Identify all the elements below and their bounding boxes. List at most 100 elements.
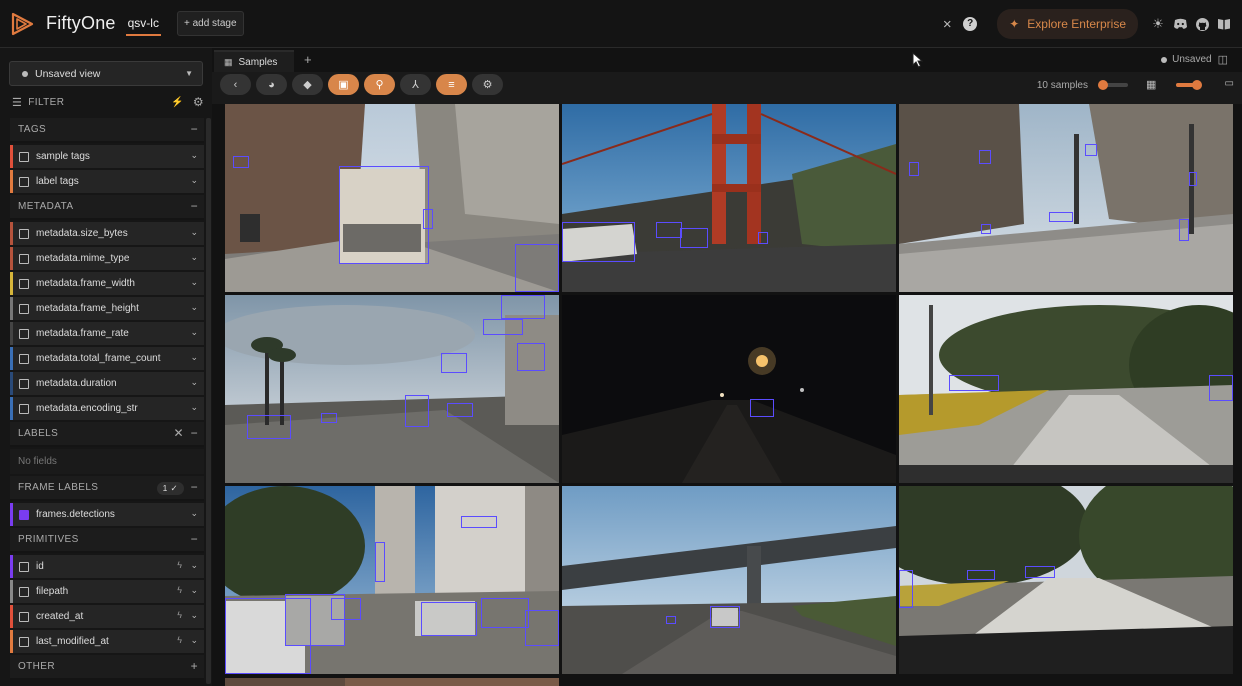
field-filepath[interactable]: filepath ϟ ⌄: [10, 580, 204, 603]
checkbox[interactable]: [19, 253, 29, 264]
field-created-at[interactable]: created_at ϟ ⌄: [10, 605, 204, 628]
tag-button[interactable]: ◆: [292, 74, 323, 95]
add-stage-button[interactable]: + add stage: [176, 11, 244, 36]
section-frame-labels[interactable]: FRAME LABELS 1 ✓ −: [10, 476, 204, 501]
sample-tile[interactable]: [225, 104, 559, 292]
checkbox[interactable]: [19, 561, 29, 572]
field-metadata-frame-rate[interactable]: metadata.frame_rate ⌄: [10, 322, 204, 345]
field-sample-tags[interactable]: sample tags ⌄: [10, 145, 204, 168]
checkbox[interactable]: [19, 403, 29, 414]
patches-button[interactable]: ▣: [328, 74, 359, 95]
field-id[interactable]: id ϟ ⌄: [10, 555, 204, 578]
book-icon[interactable]: [1216, 16, 1232, 32]
field-metadata-total-frame-count[interactable]: metadata.total_frame_count ⌄: [10, 347, 204, 370]
collapse-icon[interactable]: −: [191, 528, 198, 551]
field-frames-detections[interactable]: frames.detections ⌄: [10, 503, 204, 526]
field-metadata-mime-type[interactable]: metadata.mime_type ⌄: [10, 247, 204, 270]
chevron-down-icon[interactable]: ⌄: [190, 402, 198, 413]
field-label-tags[interactable]: label tags ⌄: [10, 170, 204, 193]
sample-tile[interactable]: [562, 486, 896, 674]
sample-tile[interactable]: [562, 104, 896, 292]
add-panel-button[interactable]: +: [304, 52, 312, 67]
github-icon[interactable]: [1194, 16, 1210, 32]
chevron-down-icon[interactable]: ⌄: [190, 560, 198, 571]
checkbox[interactable]: [19, 303, 29, 314]
field-metadata-frame-height[interactable]: metadata.frame_height ⌄: [10, 297, 204, 320]
close-icon[interactable]: ✕: [174, 422, 184, 445]
checkbox[interactable]: [19, 278, 29, 289]
tab-samples[interactable]: ▦ Samples: [214, 50, 294, 72]
lightning-icon[interactable]: ⚡: [171, 97, 184, 108]
chevron-down-icon[interactable]: ⌄: [190, 635, 198, 646]
sample-tile[interactable]: [562, 295, 896, 483]
checkbox[interactable]: [19, 151, 29, 162]
checkbox[interactable]: [19, 586, 29, 597]
field-metadata-frame-width[interactable]: metadata.frame_width ⌄: [10, 272, 204, 295]
sun-icon[interactable]: ☀: [1150, 16, 1166, 32]
checkbox[interactable]: [19, 636, 29, 647]
grid-size-slider[interactable]: [1176, 80, 1202, 90]
chevron-down-icon[interactable]: ⌄: [190, 377, 198, 388]
slider-knob[interactable]: [1098, 80, 1108, 90]
checkbox[interactable]: [19, 228, 29, 239]
similarity-search-button[interactable]: ⚲: [364, 74, 395, 95]
field-last-modified-at[interactable]: last_modified_at ϟ ⌄: [10, 630, 204, 653]
merge-button[interactable]: ⅄: [400, 74, 431, 95]
sample-tile[interactable]: [899, 486, 1233, 674]
chevron-down-icon[interactable]: ⌄: [190, 508, 198, 519]
sample-tile[interactable]: [225, 677, 559, 686]
help-icon[interactable]: ?: [963, 17, 978, 31]
settings-button[interactable]: ⚙: [472, 74, 503, 95]
back-button[interactable]: ‹: [220, 74, 251, 95]
collapse-icon[interactable]: −: [191, 476, 198, 499]
logo[interactable]: FiftyOne: [10, 11, 116, 37]
checkbox[interactable]: [19, 611, 29, 622]
zoom-slider[interactable]: [1098, 80, 1128, 90]
checkbox[interactable]: [19, 353, 29, 364]
gear-icon[interactable]: ⚙: [193, 95, 204, 109]
section-tags[interactable]: TAGS −: [10, 118, 204, 143]
clear-view-icon[interactable]: ×: [937, 16, 957, 33]
field-metadata-duration[interactable]: metadata.duration ⌄: [10, 372, 204, 395]
chevron-down-icon[interactable]: ⌄: [190, 150, 198, 161]
section-primitives[interactable]: PRIMITIVES −: [10, 528, 204, 553]
frame-labels-count-badge[interactable]: 1 ✓: [156, 482, 184, 495]
section-other[interactable]: OTHER +: [10, 655, 204, 680]
collapse-icon[interactable]: −: [191, 118, 198, 141]
sidebar-scrollbar[interactable]: [206, 118, 211, 684]
chevron-down-icon[interactable]: ⌄: [190, 252, 198, 263]
field-metadata-encoding-str[interactable]: metadata.encoding_str ⌄: [10, 397, 204, 420]
section-metadata[interactable]: METADATA −: [10, 195, 204, 220]
checkbox[interactable]: [19, 509, 29, 520]
checkbox[interactable]: [19, 378, 29, 389]
field-metadata-size-bytes[interactable]: metadata.size_bytes ⌄: [10, 222, 204, 245]
collapse-icon[interactable]: −: [191, 195, 198, 218]
sample-tile[interactable]: [899, 104, 1233, 292]
chevron-down-icon[interactable]: ⌄: [190, 610, 198, 621]
aspect-ratio-icon[interactable]: ▭: [1225, 78, 1234, 89]
operators-button[interactable]: ≡: [436, 74, 467, 95]
chevron-down-icon[interactable]: ⌄: [190, 175, 198, 186]
section-labels[interactable]: LABELS ✕ −: [10, 422, 204, 447]
collapse-icon[interactable]: −: [191, 422, 198, 445]
checkbox[interactable]: [19, 176, 29, 187]
grid-layout-icon[interactable]: ▦: [1146, 78, 1156, 91]
chevron-down-icon[interactable]: ⌄: [190, 277, 198, 288]
split-panel-icon[interactable]: ◫: [1218, 53, 1228, 66]
checkbox[interactable]: [19, 328, 29, 339]
chevron-down-icon[interactable]: ⌄: [190, 327, 198, 338]
explore-enterprise-button[interactable]: ✦ Explore Enterprise: [997, 9, 1138, 39]
view-select[interactable]: Unsaved view ▼: [9, 61, 203, 86]
chevron-down-icon[interactable]: ⌄: [190, 585, 198, 596]
sample-tile[interactable]: [899, 295, 1233, 483]
chevron-down-icon[interactable]: ⌄: [190, 302, 198, 313]
discord-icon[interactable]: [1172, 16, 1188, 32]
chevron-down-icon[interactable]: ⌄: [190, 227, 198, 238]
chevron-down-icon[interactable]: ⌄: [190, 352, 198, 363]
sample-tile[interactable]: [225, 295, 559, 483]
dataset-selector[interactable]: qsv-lc: [125, 12, 161, 36]
sample-tile[interactable]: [225, 486, 559, 674]
expand-icon[interactable]: +: [191, 655, 198, 678]
slider-knob[interactable]: [1192, 80, 1202, 90]
color-scheme-button[interactable]: ◕: [256, 74, 287, 95]
